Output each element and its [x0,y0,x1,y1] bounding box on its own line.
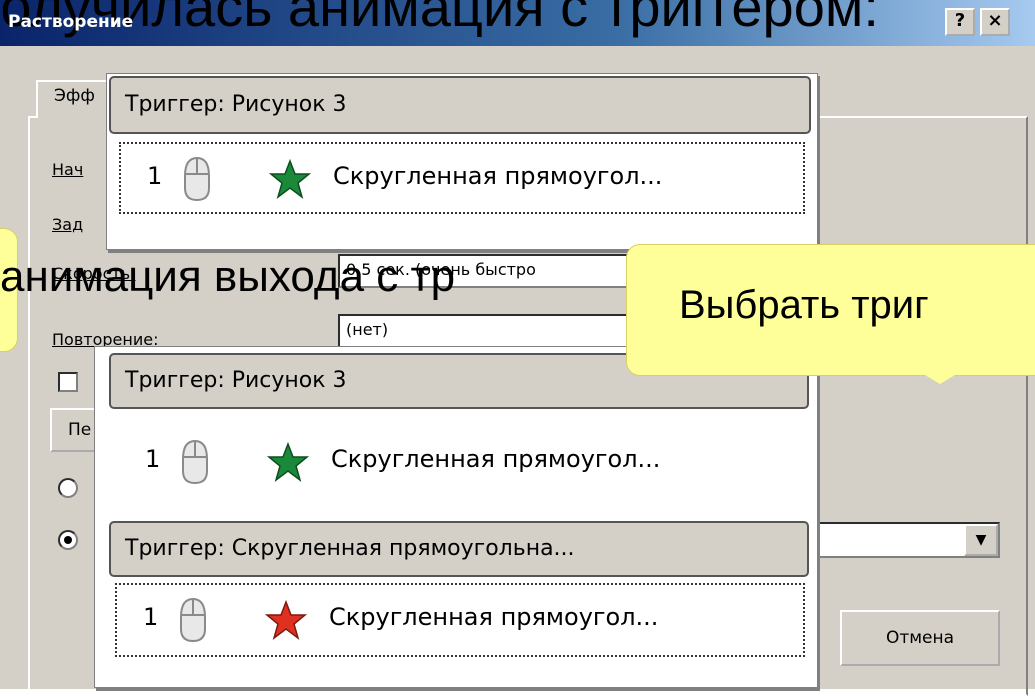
dropdown-arrow-button[interactable]: ▼ [964,524,998,556]
mouse-icon [180,597,206,643]
trigger-header[interactable]: Триггер: Рисунок 3 [109,76,811,134]
animation-item-1[interactable]: 1 Скругленная прямоугол... [119,429,805,501]
radio-dot [64,536,72,544]
right-callout-text: Выбрать триг [679,283,929,327]
dialog-title: Растворение [8,12,134,32]
callout-pointer [900,360,980,384]
item-number: 1 [143,603,159,631]
item-number: 1 [147,162,163,190]
cancel-button[interactable]: Отмена [840,610,1000,666]
mouse-icon [182,439,208,485]
left-callout-text: анимация выхода с тр [0,252,456,301]
animation-item[interactable]: 1 Скругленная прямоугол... [119,142,805,214]
delay-label: Зад [52,215,84,234]
rewind-checkbox[interactable] [58,372,78,392]
mouse-icon [184,156,210,202]
animate-sequence-radio[interactable] [58,478,78,498]
item-text: Скругленная прямоугол... [331,445,661,473]
right-callout-bubble: Выбрать триг [626,244,1035,376]
animation-item-2[interactable]: 1 Скругленная прямоугол... [115,583,805,657]
close-button[interactable]: × [980,8,1010,36]
red-star-icon [265,599,307,640]
item-text: Скругленная прямоугол... [329,603,659,631]
help-button[interactable]: ? [945,8,975,36]
item-number: 1 [145,445,161,473]
green-star-icon [269,158,311,199]
trigger-popup-1: Триггер: Рисунок 3 1 Скругленная прямоуг… [106,73,818,250]
item-text: Скругленная прямоугол... [333,162,663,190]
green-star-icon [267,441,309,482]
start-label: Нач [52,160,84,179]
repeat-select[interactable]: (нет) [338,314,628,348]
trigger-popup-2: Триггер: Рисунок 3 1 Скругленная прямоуг… [94,346,818,688]
trigger-header-2[interactable]: Триггер: Скругленная прямоугольна... [109,521,809,577]
tab-effect-label: Эфф [54,86,95,106]
start-effect-on-click-radio[interactable] [58,530,78,550]
